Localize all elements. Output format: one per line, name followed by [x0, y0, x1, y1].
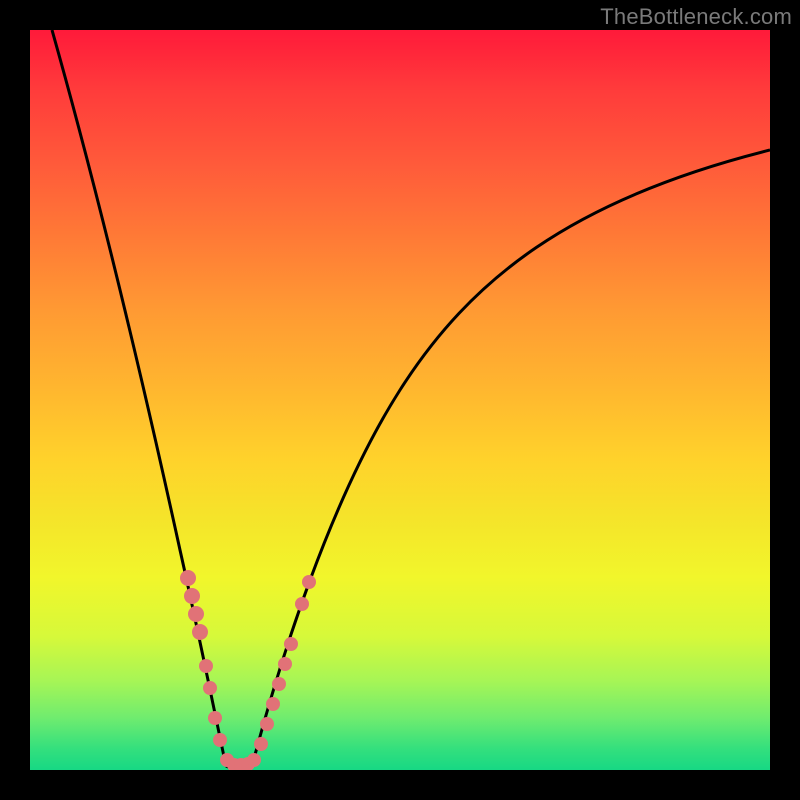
chart-frame: TheBottleneck.com: [0, 0, 800, 800]
curve-markers: [180, 570, 316, 770]
bottleneck-curve: [52, 30, 770, 768]
watermark-text: TheBottleneck.com: [600, 4, 792, 30]
curve-left-branch: [52, 30, 226, 766]
chart-svg: [30, 30, 770, 770]
chart-plot-area: [30, 30, 770, 770]
curve-right-branch: [252, 150, 770, 766]
